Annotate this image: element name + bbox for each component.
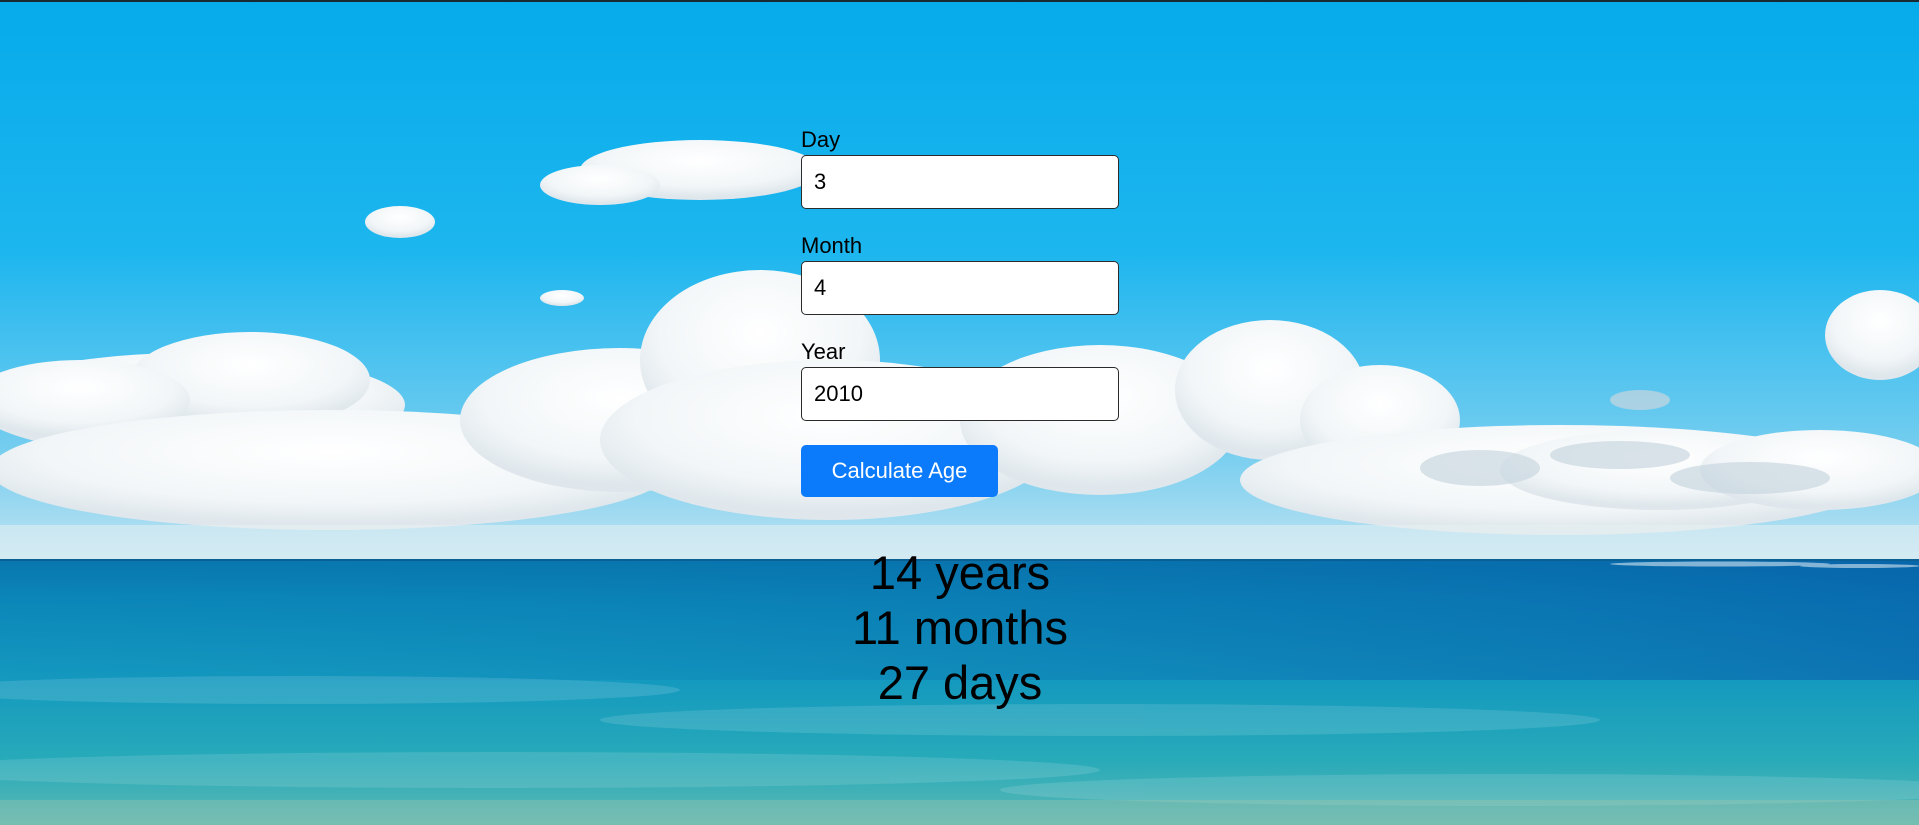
day-field-group: Day (801, 127, 1119, 209)
window-top-border (0, 0, 1919, 2)
result-days: 27 days (877, 656, 1043, 709)
result-months: 11 months (852, 601, 1068, 654)
month-input[interactable] (801, 261, 1119, 315)
day-label: Day (801, 127, 841, 152)
month-field-group: Month (801, 233, 1119, 315)
year-field-group: Year (801, 339, 1119, 421)
calculate-age-button[interactable]: Calculate Age (801, 445, 998, 497)
day-input[interactable] (801, 155, 1119, 209)
year-input[interactable] (801, 367, 1119, 421)
result-years: 14 years (869, 546, 1051, 599)
month-label: Month (801, 233, 863, 258)
year-label: Year (801, 339, 846, 364)
age-result: 14 years 11 months 27 days (760, 545, 1160, 710)
age-calculator-form: Day Month Year Calculate Age (801, 127, 1119, 497)
